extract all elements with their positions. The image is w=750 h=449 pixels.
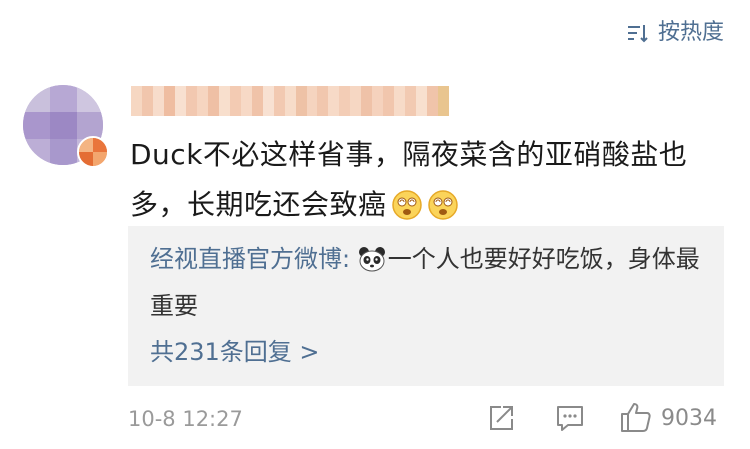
comment-timestamp: 10-8 12:27 bbox=[128, 407, 243, 431]
sort-label: 按热度 bbox=[657, 20, 724, 45]
share-icon bbox=[486, 403, 516, 437]
comment-item: Duck不必这样省事，隔夜菜含的亚硝酸盐也多，长期吃还会致癌 经视直播官方微博:… bbox=[0, 80, 750, 449]
reply-preview-box[interactable]: 经视直播官方微博: 一个人也要好好吃饭，身体最重要 共231条回复 > bbox=[128, 226, 724, 386]
panda-emoji-icon bbox=[358, 243, 386, 285]
reply-author-link[interactable]: 经视直播官方微博 bbox=[150, 245, 342, 273]
reply-preview: 经视直播官方微博: 一个人也要好好吃饭，身体最重要 bbox=[150, 238, 710, 327]
reply-author-separator: : bbox=[342, 245, 358, 273]
share-button[interactable] bbox=[486, 403, 516, 437]
view-replies-link[interactable]: 共231条回复 > bbox=[150, 334, 320, 370]
comment-icon bbox=[555, 403, 585, 437]
like-button[interactable]: 9034 bbox=[619, 400, 717, 438]
thumbs-up-icon bbox=[619, 400, 653, 438]
verified-badge-icon bbox=[77, 136, 109, 168]
comment-footer: 10-8 12:27 9034 bbox=[0, 400, 750, 440]
username-blurred[interactable] bbox=[131, 86, 449, 116]
reply-button[interactable] bbox=[555, 403, 585, 437]
sort-icon bbox=[626, 22, 648, 44]
sort-by-hot-button[interactable]: 按热度 bbox=[626, 18, 724, 48]
comment-text: Duck不必这样省事，隔夜菜含的亚硝酸盐也多，长期吃还会致癌 bbox=[130, 130, 730, 237]
like-count: 9034 bbox=[661, 406, 717, 431]
